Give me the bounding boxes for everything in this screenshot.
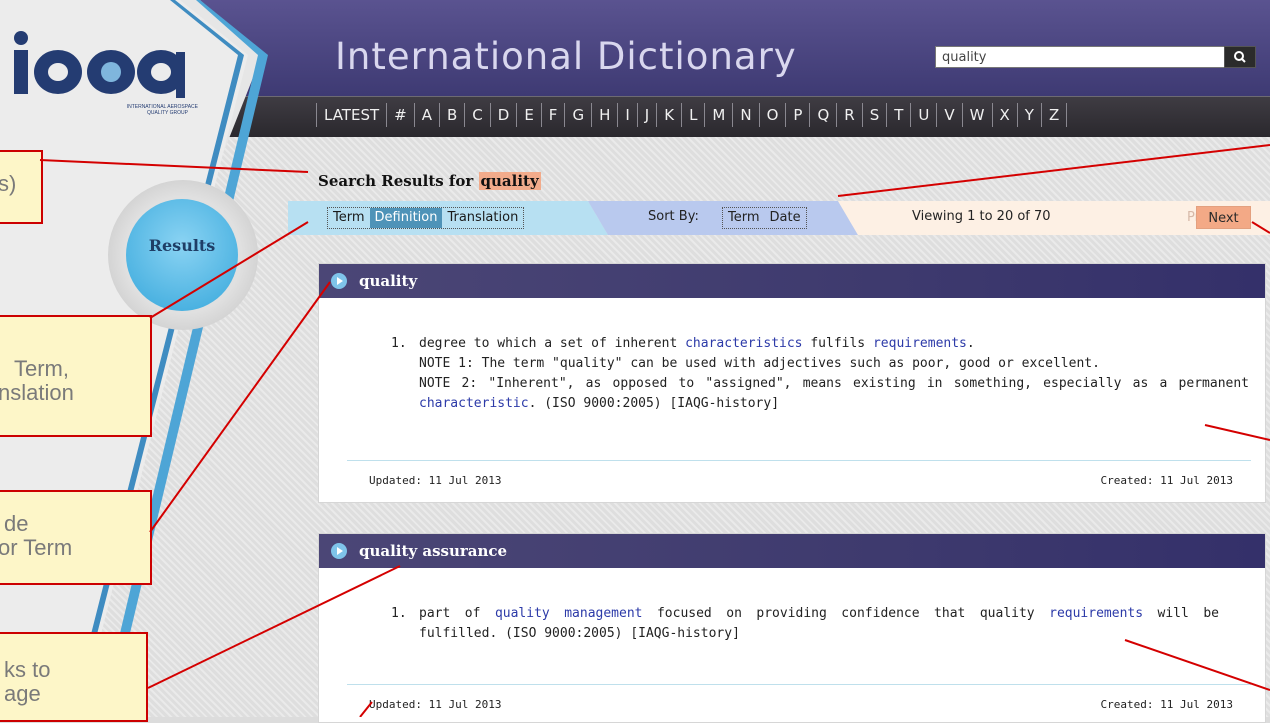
entry-title[interactable]: quality <box>359 272 417 290</box>
entry-header[interactable]: quality <box>319 264 1265 298</box>
logo-subtitle: INTERNATIONAL AEROSPACE QUALITY GROUP <box>18 104 198 116</box>
entry-definition: 1. part of quality management focused on… <box>391 604 1219 644</box>
expand-arrow-icon <box>331 543 347 559</box>
alphabet-link[interactable]: Q <box>810 103 838 127</box>
results-badge[interactable] <box>126 199 238 311</box>
alphabet-link[interactable]: P <box>786 103 811 127</box>
alphabet-link[interactable]: F <box>542 103 566 127</box>
definition-line: part of quality management focused on pr… <box>419 604 1219 644</box>
search-icon <box>1234 51 1246 63</box>
callout-text: nslation <box>0 380 74 405</box>
definition-number: 1. <box>391 336 407 351</box>
definition-text: part of <box>419 606 495 621</box>
definition-text: fulfils <box>802 336 873 351</box>
alphabet-link[interactable]: E <box>517 103 542 127</box>
entry-updated: Updated: 11 Jul 2013 <box>369 698 502 711</box>
alphabet-link[interactable]: C <box>465 103 491 127</box>
entry-card: quality 1. degree to which a set of inhe… <box>318 263 1266 503</box>
site-title: International Dictionary <box>335 35 797 78</box>
entry-created: Created: 11 Jul 2013 <box>1100 474 1233 487</box>
callout-text: s) <box>0 171 17 196</box>
alphabet-link[interactable]: S <box>863 103 888 127</box>
next-button[interactable]: Next <box>1196 206 1251 229</box>
alphabet-link[interactable]: M <box>705 103 734 127</box>
search-input[interactable] <box>935 46 1237 68</box>
annotation-callout: s) <box>0 150 43 224</box>
entry-header[interactable]: quality assurance <box>319 534 1265 568</box>
sort-date[interactable]: Date <box>765 208 806 228</box>
search-results-heading: Search Results for quality <box>318 172 541 190</box>
alphabet-link[interactable]: # <box>387 103 415 127</box>
entry-created: Created: 11 Jul 2013 <box>1100 698 1233 711</box>
alphabet-link[interactable]: B <box>440 103 466 127</box>
callout-text: Term, <box>14 356 69 381</box>
viewing-count: Viewing 1 to 20 of 70 <box>912 209 1051 224</box>
entry-divider <box>347 684 1251 685</box>
definition-line: degree to which a set of inherent charac… <box>419 334 1249 354</box>
definition-text: NOTE 2: "Inherent", as opposed to "assig… <box>419 376 1249 391</box>
alphabet-link[interactable]: D <box>491 103 518 127</box>
term-link[interactable]: requirements <box>1049 606 1143 621</box>
alphabet-link[interactable]: L <box>682 103 706 127</box>
alphabet-link[interactable]: K <box>657 103 683 127</box>
alphabet-link[interactable]: A <box>415 103 440 127</box>
alphabet-link[interactable]: V <box>937 103 963 127</box>
sort-by-label: Sort By: <box>648 209 699 224</box>
alphabet-link[interactable]: R <box>837 103 863 127</box>
alphabet-link[interactable]: U <box>911 103 938 127</box>
callout-text: ks to <box>4 657 51 682</box>
definition-text: . (ISO 9000:2005) [IAQG-history] <box>528 396 780 411</box>
search-button[interactable] <box>1224 46 1256 68</box>
entry-title[interactable]: quality assurance <box>359 542 507 560</box>
search-box <box>935 46 1257 68</box>
term-link[interactable]: quality management <box>495 606 643 621</box>
logo-subtitle-line2: QUALITY GROUP <box>146 110 188 116</box>
entry-divider <box>347 460 1251 461</box>
alphabet-link[interactable]: O <box>760 103 787 127</box>
search-results-prefix: Search Results for <box>318 172 474 190</box>
term-link[interactable]: characteristic <box>419 396 529 411</box>
sort-options: Term Date <box>722 207 807 229</box>
callout-text: or Term <box>0 535 73 560</box>
tab-term[interactable]: Term <box>328 208 370 228</box>
alphabet-link[interactable]: Z <box>1042 103 1068 127</box>
definition-text: . <box>966 336 975 351</box>
annotation-callout: ks to age <box>0 632 148 722</box>
definition-note: NOTE 2: "Inherent", as opposed to "assig… <box>419 374 1249 414</box>
alphabet-link[interactable]: G <box>565 103 593 127</box>
callout-text: de <box>4 511 29 536</box>
annotation-callout: Term, nslation <box>0 315 152 437</box>
alphabet-link[interactable]: N <box>733 103 760 127</box>
tab-definition[interactable]: Definition <box>369 208 443 228</box>
alphabet-link[interactable]: Y <box>1018 103 1042 127</box>
term-link[interactable]: requirements <box>873 336 967 351</box>
definition-note: NOTE 1: The term "quality" can be used w… <box>419 356 1100 371</box>
entry-definition: 1. degree to which a set of inherent cha… <box>391 334 1249 414</box>
search-field-tabs: Term Definition Translation <box>327 207 525 229</box>
entry-card: quality assurance 1. part of quality man… <box>318 533 1266 723</box>
alphabet-link[interactable]: H <box>592 103 619 127</box>
alphabet-link[interactable]: J <box>638 103 658 127</box>
search-results-query: quality <box>478 172 541 190</box>
results-label: Results <box>148 236 216 255</box>
entry-updated: Updated: 11 Jul 2013 <box>369 474 502 487</box>
alphabet-link[interactable]: I <box>618 103 638 127</box>
alphabet-link[interactable]: LATEST <box>316 103 388 127</box>
alphabet-link[interactable]: W <box>963 103 993 127</box>
sort-term[interactable]: Term <box>723 208 765 228</box>
definition-text: focused on providing confidence that qua… <box>642 606 1050 621</box>
definition-number: 1. <box>391 606 407 621</box>
alphabet-link[interactable]: X <box>993 103 1018 127</box>
annotation-callout: de or Term <box>0 490 152 585</box>
alphabet-nav: LATEST # A B C D E F G H I J K L M N O P Q R S T U V W X Y Z <box>316 103 1068 127</box>
definition-text: degree to which a set of inherent <box>419 336 686 351</box>
expand-arrow-icon <box>331 273 347 289</box>
callout-text: age <box>4 681 41 706</box>
alphabet-link[interactable]: T <box>887 103 912 127</box>
tab-translation[interactable]: Translation <box>442 208 523 228</box>
term-link[interactable]: characteristics <box>685 336 802 351</box>
